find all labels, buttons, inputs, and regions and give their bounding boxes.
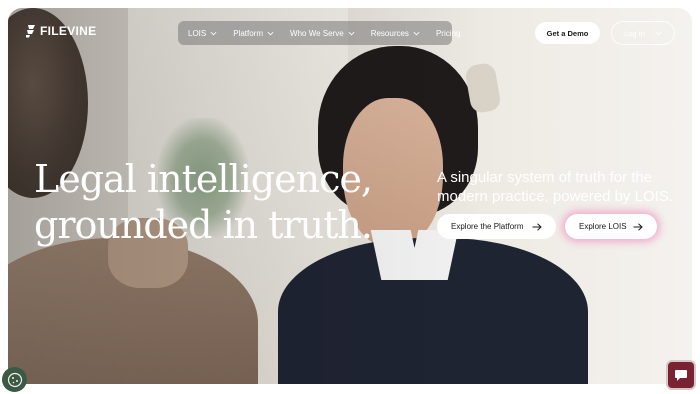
explore-platform-label: Explore the Platform: [451, 222, 524, 231]
chevron-down-icon: [413, 31, 420, 35]
get-a-demo-label: Get a Demo: [546, 28, 589, 38]
hero-headline-line-2: grounded in truth.: [34, 203, 373, 247]
chevron-down-icon: [267, 31, 274, 35]
hero-headline: Legal intelligence, grounded in truth.: [34, 156, 373, 248]
filevine-logo-icon: [26, 25, 35, 38]
nav-item-label: Pricing: [435, 28, 461, 38]
hero-section: FILEVINE LOIS Platform Who We Serve Reso…: [8, 8, 692, 384]
hero-subtitle-line-1: A singular system of truth for the: [437, 169, 653, 186]
log-in-button[interactable]: Log In: [611, 21, 675, 45]
main-nav: LOIS Platform Who We Serve Resources Pri…: [178, 21, 460, 45]
chat-widget-button[interactable]: [666, 360, 696, 390]
hero-subtitle-line-2: modern practice, powered by LOIS.: [437, 188, 673, 205]
nav-item-label: LOIS: [188, 28, 207, 38]
nav-item-label: Who We Serve: [290, 28, 344, 38]
log-in-label: Log In: [624, 28, 645, 38]
nav-item-label: Platform: [233, 28, 264, 38]
chevron-down-icon: [210, 31, 217, 35]
nav-item-who-we-serve[interactable]: Who We Serve: [290, 29, 355, 38]
chevron-down-icon: [655, 31, 662, 35]
nav-item-platform[interactable]: Platform: [233, 29, 274, 38]
explore-lois-label: Explore LOIS: [579, 222, 627, 231]
explore-platform-button[interactable]: Explore the Platform: [437, 214, 556, 239]
cookie-icon: [7, 372, 22, 387]
nav-item-label: Resources: [370, 28, 409, 38]
chat-bubble-icon: [675, 370, 687, 381]
nav-item-pricing[interactable]: Pricing: [436, 29, 460, 38]
arrow-right-icon: [633, 222, 643, 231]
chevron-down-icon: [348, 31, 355, 35]
hero-subtitle: A singular system of truth for the moder…: [437, 168, 677, 206]
cookie-settings-button[interactable]: [2, 367, 27, 392]
get-a-demo-button[interactable]: Get a Demo: [535, 22, 600, 44]
explore-lois-button[interactable]: Explore LOIS: [565, 214, 657, 239]
hero-headline-line-1: Legal intelligence,: [34, 157, 373, 201]
brand-name: FILEVINE: [40, 24, 97, 38]
nav-item-resources[interactable]: Resources: [371, 29, 420, 38]
filevine-logo[interactable]: FILEVINE: [26, 24, 96, 38]
nav-item-lois[interactable]: LOIS: [188, 29, 217, 38]
arrow-right-icon: [532, 222, 542, 231]
